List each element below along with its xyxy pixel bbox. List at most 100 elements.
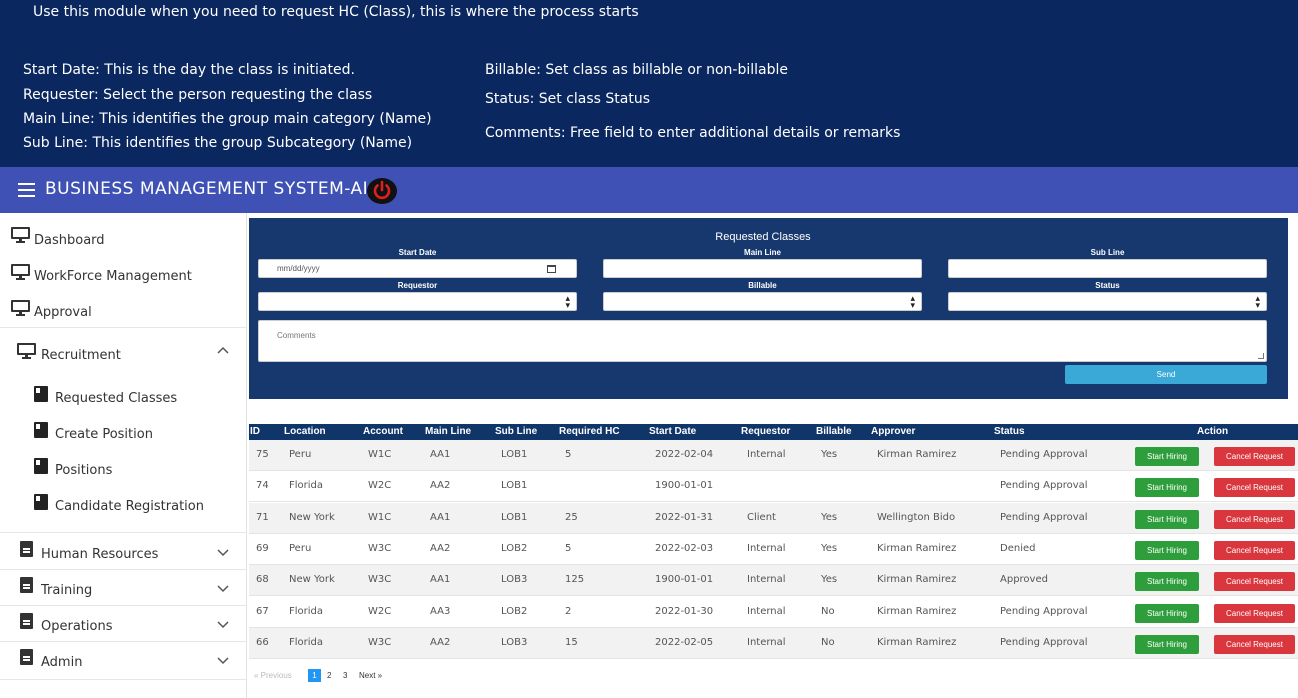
requestor-label: Requestor bbox=[397, 281, 438, 290]
sidebar-item-create-position[interactable]: Create Position bbox=[0, 420, 247, 454]
cell-requestor: Client bbox=[747, 511, 776, 523]
sidebar-item-positions[interactable]: Positions bbox=[0, 456, 247, 490]
cell-start-date: 1900-01-01 bbox=[655, 480, 714, 492]
sidebar-item-candidate-registration[interactable]: Candidate Registration bbox=[0, 492, 247, 526]
sidebar-item-training[interactable]: Training bbox=[0, 574, 247, 608]
sidebar-item-admin[interactable]: Admin bbox=[0, 646, 247, 680]
table-header: ID Location Account Main Line Sub Line R… bbox=[249, 424, 1298, 440]
cancel-request-button[interactable]: Cancel Request bbox=[1214, 572, 1295, 592]
cell-required-hc: 2 bbox=[565, 605, 572, 617]
cell-required-hc: 25 bbox=[565, 511, 578, 523]
table-row: 66 Florida W3C AA2 LOB3 15 2022-02-05 Internal N… bbox=[249, 627, 1298, 659]
comments-textarea[interactable]: Comments bbox=[258, 320, 1267, 362]
chevron-down-icon[interactable] bbox=[217, 655, 229, 668]
select-arrows-icon: ▴ ▾ bbox=[1255, 293, 1260, 310]
column-header-sub-line: Sub Line bbox=[495, 426, 538, 437]
cell-approver: Kirman Ramirez bbox=[877, 636, 957, 648]
sidebar-divider bbox=[0, 532, 247, 533]
cell-billable: Yes bbox=[821, 542, 838, 554]
status-select[interactable]: ▴ ▾ bbox=[948, 292, 1267, 311]
sub-line-input[interactable] bbox=[948, 259, 1267, 278]
send-button[interactable]: Send bbox=[1065, 365, 1267, 384]
requestor-select[interactable]: ▴ ▾ bbox=[258, 292, 577, 311]
requested-classes-form: Requested Classes Start Date mm/dd/yyyy … bbox=[249, 218, 1288, 399]
cell-requestor: Internal bbox=[747, 636, 786, 648]
start-hiring-button[interactable]: Start Hiring bbox=[1135, 447, 1199, 466]
start-hiring-button[interactable]: Start Hiring bbox=[1135, 540, 1199, 560]
billable-select[interactable]: ▴ ▾ bbox=[603, 292, 922, 311]
chevron-up-icon[interactable] bbox=[217, 344, 229, 357]
cancel-request-button[interactable]: Cancel Request bbox=[1214, 447, 1295, 466]
banner-intro: Use this module when you need to request… bbox=[33, 4, 639, 20]
cell-status: Pending Approval bbox=[1000, 449, 1088, 460]
start-hiring-button[interactable]: Start Hiring bbox=[1135, 603, 1199, 623]
main-line-input[interactable] bbox=[603, 259, 922, 278]
calendar-icon[interactable] bbox=[547, 265, 556, 273]
start-hiring-button[interactable]: Start Hiring bbox=[1135, 572, 1199, 592]
sidebar-item-recruitment[interactable]: Recruitment bbox=[0, 341, 247, 375]
page-link-2[interactable]: 2 bbox=[327, 671, 331, 680]
sidebar-item-label: Candidate Registration bbox=[55, 499, 204, 514]
cell-status: Approved bbox=[1000, 574, 1048, 586]
cell-sub-line: LOB3 bbox=[501, 574, 528, 586]
cell-status: Pending Approval bbox=[1000, 636, 1088, 648]
sidebar-divider bbox=[0, 679, 247, 680]
cell-required-hc: 15 bbox=[565, 636, 578, 648]
start-hiring-button[interactable]: Start Hiring bbox=[1135, 509, 1199, 529]
cell-status: Pending Approval bbox=[1000, 605, 1088, 617]
chevron-down-icon[interactable] bbox=[217, 547, 229, 560]
cell-account: W2C bbox=[368, 480, 392, 492]
chevron-down-icon[interactable] bbox=[217, 619, 229, 632]
main-line-label: Main Line bbox=[744, 248, 781, 257]
sidebar-divider bbox=[0, 327, 247, 328]
status-label: Status bbox=[1095, 281, 1120, 290]
sidebar-item-label: Operations bbox=[41, 619, 113, 634]
cell-required-hc: 125 bbox=[565, 574, 585, 586]
cell-id: 69 bbox=[256, 542, 269, 554]
resize-handle-icon[interactable] bbox=[1258, 353, 1264, 359]
start-hiring-button[interactable]: Start Hiring bbox=[1135, 478, 1199, 498]
cell-sub-line: LOB1 bbox=[501, 511, 528, 523]
cell-requestor: Internal bbox=[747, 574, 786, 586]
book-icon bbox=[34, 422, 48, 438]
cell-sub-line: LOB2 bbox=[501, 605, 528, 617]
note-sub-line: Sub Line: This identifies the group Subc… bbox=[23, 135, 413, 151]
cancel-request-button[interactable]: Cancel Request bbox=[1214, 540, 1295, 560]
next-page-link[interactable]: Next » bbox=[359, 671, 382, 680]
column-header-main-line: Main Line bbox=[425, 426, 472, 437]
hamburger-menu-icon[interactable] bbox=[18, 183, 35, 197]
cell-approver: Kirman Ramirez bbox=[877, 574, 957, 586]
cancel-request-button[interactable]: Cancel Request bbox=[1214, 603, 1295, 623]
sidebar-item-human-resources[interactable]: Human Resources bbox=[0, 538, 247, 572]
sidebar-item-dashboard[interactable]: Dashboard bbox=[0, 227, 247, 261]
column-header-id: ID bbox=[250, 426, 260, 437]
cell-main-line: AA2 bbox=[430, 480, 451, 492]
start-hiring-button[interactable]: Start Hiring bbox=[1135, 634, 1199, 654]
cancel-request-button[interactable]: Cancel Request bbox=[1214, 634, 1295, 654]
note-comments: Comments: Free field to enter additional… bbox=[485, 125, 901, 141]
app-bar: BUSINESS MANAGEMENT SYSTEM-AI bbox=[0, 167, 1298, 213]
sidebar-item-label: Positions bbox=[55, 463, 113, 478]
page-link-3[interactable]: 3 bbox=[343, 671, 347, 680]
column-header-account: Account bbox=[363, 426, 403, 437]
chevron-down-icon[interactable] bbox=[217, 583, 229, 596]
page-link-1[interactable]: 1 bbox=[308, 669, 321, 682]
sidebar-item-requested-classes[interactable]: Requested Classes bbox=[0, 384, 247, 418]
power-icon[interactable] bbox=[367, 178, 397, 204]
cancel-request-button[interactable]: Cancel Request bbox=[1214, 478, 1295, 498]
cell-account: W3C bbox=[368, 574, 392, 586]
cell-main-line: AA1 bbox=[430, 449, 451, 460]
previous-page-link[interactable]: « Previous bbox=[254, 671, 292, 680]
sidebar-item-workforce-management[interactable]: WorkForce Management bbox=[0, 263, 247, 297]
sub-line-label: Sub Line bbox=[1090, 248, 1125, 257]
cancel-request-button[interactable]: Cancel Request bbox=[1214, 509, 1295, 529]
cell-requestor: Internal bbox=[747, 542, 786, 554]
cell-id: 66 bbox=[256, 636, 269, 648]
sidebar-divider bbox=[0, 569, 247, 570]
sidebar-item-operations[interactable]: Operations bbox=[0, 610, 247, 644]
cell-billable: Yes bbox=[821, 511, 838, 523]
document-icon bbox=[20, 541, 33, 557]
select-arrows-icon: ▴ ▾ bbox=[910, 293, 915, 310]
start-date-input[interactable]: mm/dd/yyyy bbox=[258, 259, 577, 278]
cell-status: Denied bbox=[1000, 542, 1036, 554]
